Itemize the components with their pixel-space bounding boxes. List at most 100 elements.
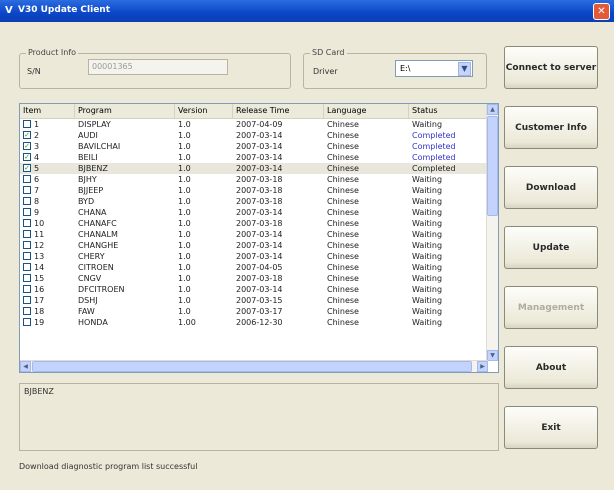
cell-release-time: 2007-03-14 [236, 131, 283, 140]
table-row[interactable]: ✓ 3 BAVILCHAI 1.0 2007-03-14 Chinese Completed [20, 141, 488, 152]
cell-item: 11 [34, 230, 45, 239]
cell-item: 14 [34, 263, 45, 272]
cell-release-time: 2007-03-15 [236, 296, 283, 305]
table-row[interactable]: 19 HONDA 1.00 2006-12-30 Chinese Waiting [20, 317, 488, 328]
row-checkbox[interactable] [23, 197, 31, 205]
table-row[interactable]: ✓ 4 BEILI 1.0 2007-03-14 Chinese Completed [20, 152, 488, 163]
about-button[interactable]: About [504, 346, 598, 389]
table-row[interactable]: 6 BJHY 1.0 2007-03-18 Chinese Waiting [20, 174, 488, 185]
cell-status: Waiting [412, 241, 443, 250]
column-header-language[interactable]: Language [324, 104, 409, 118]
table-row[interactable]: 18 FAW 1.0 2007-03-17 Chinese Waiting [20, 306, 488, 317]
row-checkbox[interactable] [23, 252, 31, 260]
scroll-left-icon[interactable]: ◀ [20, 361, 31, 372]
close-button[interactable]: ✕ [593, 3, 610, 20]
cell-item: 1 [34, 120, 40, 129]
cell-release-time: 2007-04-05 [236, 263, 283, 272]
row-checkbox[interactable] [23, 219, 31, 227]
column-header-status[interactable]: Status [409, 104, 488, 118]
cell-program: CITROEN [78, 263, 114, 272]
table-row[interactable]: 17 DSHJ 1.0 2007-03-15 Chinese Waiting [20, 295, 488, 306]
column-header-release-time[interactable]: Release Time [233, 104, 324, 118]
table-row[interactable]: 7 BJJEEP 1.0 2007-03-18 Chinese Waiting [20, 185, 488, 196]
cell-status: Waiting [412, 175, 443, 184]
row-checkbox[interactable] [23, 175, 31, 183]
cell-item: 19 [34, 318, 45, 327]
table-row[interactable]: 1 DISPLAY 1.0 2007-04-09 Chinese Waiting [20, 119, 488, 130]
column-header-version[interactable]: Version [175, 104, 233, 118]
horizontal-scrollbar[interactable]: ◀ ▶ [20, 360, 488, 372]
cell-version: 1.0 [178, 153, 191, 162]
table-row[interactable]: 16 DFCITROEN 1.0 2007-03-14 Chinese Waiting [20, 284, 488, 295]
cell-item: 12 [34, 241, 45, 250]
table-row[interactable]: 13 CHERY 1.0 2007-03-14 Chinese Waiting [20, 251, 488, 262]
table-row[interactable]: 12 CHANGHE 1.0 2007-03-14 Chinese Waiting [20, 240, 488, 251]
cell-program: AUDI [78, 131, 98, 140]
scroll-right-icon[interactable]: ▶ [477, 361, 488, 372]
column-header-item[interactable]: Item [20, 104, 75, 118]
column-header-program[interactable]: Program [75, 104, 175, 118]
table-row[interactable]: 15 CNGV 1.0 2007-03-18 Chinese Waiting [20, 273, 488, 284]
row-checkbox[interactable] [23, 285, 31, 293]
row-checkbox[interactable] [23, 230, 31, 238]
app-window: V V30 Update Client ✕ Product Info S/N 0… [0, 0, 614, 490]
cell-version: 1.0 [178, 219, 191, 228]
cell-version: 1.0 [178, 208, 191, 217]
cell-release-time: 2007-03-14 [236, 153, 283, 162]
cell-version: 1.0 [178, 120, 191, 129]
cell-program: CHANGHE [78, 241, 119, 250]
row-checkbox[interactable] [23, 208, 31, 216]
cell-program: DFCITROEN [78, 285, 125, 294]
cell-status: Completed [412, 164, 456, 173]
table-row[interactable]: ✓ 5 BJBENZ 1.0 2007-03-14 Chinese Completed [20, 163, 488, 174]
chevron-down-icon[interactable]: ▼ [458, 62, 471, 76]
management-button[interactable]: Management [504, 286, 598, 329]
table-row[interactable]: ✓ 2 AUDI 1.0 2007-03-14 Chinese Completed [20, 130, 488, 141]
program-list[interactable]: Item Program Version Release Time Langua… [19, 103, 499, 373]
table-row[interactable]: 10 CHANAFC 1.0 2007-03-18 Chinese Waiting [20, 218, 488, 229]
horizontal-scroll-thumb[interactable] [32, 361, 472, 372]
cell-item: 7 [34, 186, 40, 195]
download-button[interactable]: Download [504, 166, 598, 209]
row-checkbox[interactable] [23, 296, 31, 304]
cell-item: 9 [34, 208, 40, 217]
cell-program: BJHY [78, 175, 97, 184]
cell-program: BJBENZ [78, 164, 108, 173]
table-row[interactable]: 8 BYD 1.0 2007-03-18 Chinese Waiting [20, 196, 488, 207]
vertical-scrollbar[interactable]: ▲ ▼ [486, 104, 498, 361]
vertical-scroll-thumb[interactable] [487, 116, 498, 216]
row-checkbox[interactable] [23, 274, 31, 282]
table-row[interactable]: 11 CHANALM 1.0 2007-03-14 Chinese Waiting [20, 229, 488, 240]
app-logo-icon: V [5, 5, 13, 16]
cell-status: Waiting [412, 263, 443, 272]
row-checkbox[interactable] [23, 120, 31, 128]
cell-status: Waiting [412, 318, 443, 327]
scroll-up-icon[interactable]: ▲ [487, 104, 498, 115]
cell-language: Chinese [327, 186, 359, 195]
cell-release-time: 2007-03-18 [236, 219, 283, 228]
cell-release-time: 2007-03-18 [236, 186, 283, 195]
title-bar[interactable]: V V30 Update Client ✕ [0, 0, 614, 22]
row-checkbox[interactable] [23, 186, 31, 194]
row-checkbox[interactable] [23, 318, 31, 326]
cell-version: 1.0 [178, 186, 191, 195]
row-checkbox[interactable]: ✓ [23, 142, 31, 150]
driver-select[interactable]: E:\ ▼ [395, 60, 473, 77]
cell-program: BYD [78, 197, 95, 206]
row-checkbox[interactable]: ✓ [23, 164, 31, 172]
cell-language: Chinese [327, 274, 359, 283]
row-checkbox[interactable] [23, 263, 31, 271]
customer-info-button[interactable]: Customer Info [504, 106, 598, 149]
cell-item: 6 [34, 175, 40, 184]
row-checkbox[interactable]: ✓ [23, 153, 31, 161]
row-checkbox[interactable]: ✓ [23, 131, 31, 139]
table-row[interactable]: 14 CITROEN 1.0 2007-04-05 Chinese Waiting [20, 262, 488, 273]
row-checkbox[interactable] [23, 307, 31, 315]
connect-to-server-button[interactable]: Connect to server [504, 46, 598, 89]
update-button[interactable]: Update [504, 226, 598, 269]
row-checkbox[interactable] [23, 241, 31, 249]
exit-button[interactable]: Exit [504, 406, 598, 449]
table-row[interactable]: 9 CHANA 1.0 2007-03-14 Chinese Waiting [20, 207, 488, 218]
cell-item: 13 [34, 252, 45, 261]
scroll-down-icon[interactable]: ▼ [487, 350, 498, 361]
